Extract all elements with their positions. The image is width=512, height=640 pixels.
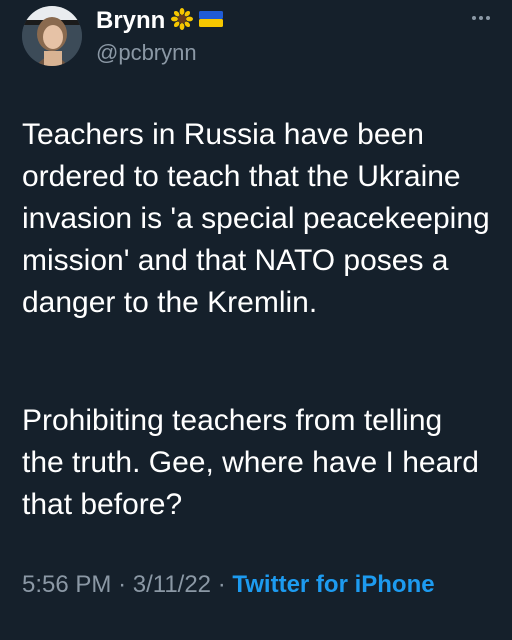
tweet: Brynn @pcbrynn Teachers in Russia have b… bbox=[0, 0, 512, 640]
tweet-metadata: 5:56 PM · 3/11/22 · Twitter for iPhone bbox=[22, 566, 492, 604]
tweet-text-paragraph-1: Teachers in Russia have been ordered to … bbox=[22, 118, 490, 319]
ellipsis-icon[interactable] bbox=[464, 6, 498, 30]
avatar-photo bbox=[22, 6, 82, 66]
tweet-time[interactable]: 5:56 PM bbox=[22, 571, 111, 598]
separator-dot: · bbox=[217, 571, 226, 598]
separator-dot: · bbox=[118, 571, 127, 598]
author-handle[interactable]: @pcbrynn bbox=[96, 40, 197, 66]
sunflower-icon bbox=[171, 7, 194, 35]
display-name[interactable]: Brynn bbox=[96, 8, 165, 34]
avatar[interactable] bbox=[22, 6, 82, 66]
tweet-source-link[interactable]: Twitter for iPhone bbox=[232, 571, 434, 598]
tweet-date[interactable]: 3/11/22 bbox=[133, 571, 211, 598]
ukraine-flag-icon bbox=[199, 10, 224, 33]
tweet-text-paragraph-2: Prohibiting teachers from telling the tr… bbox=[22, 404, 479, 521]
author-name-row: Brynn bbox=[96, 7, 224, 35]
